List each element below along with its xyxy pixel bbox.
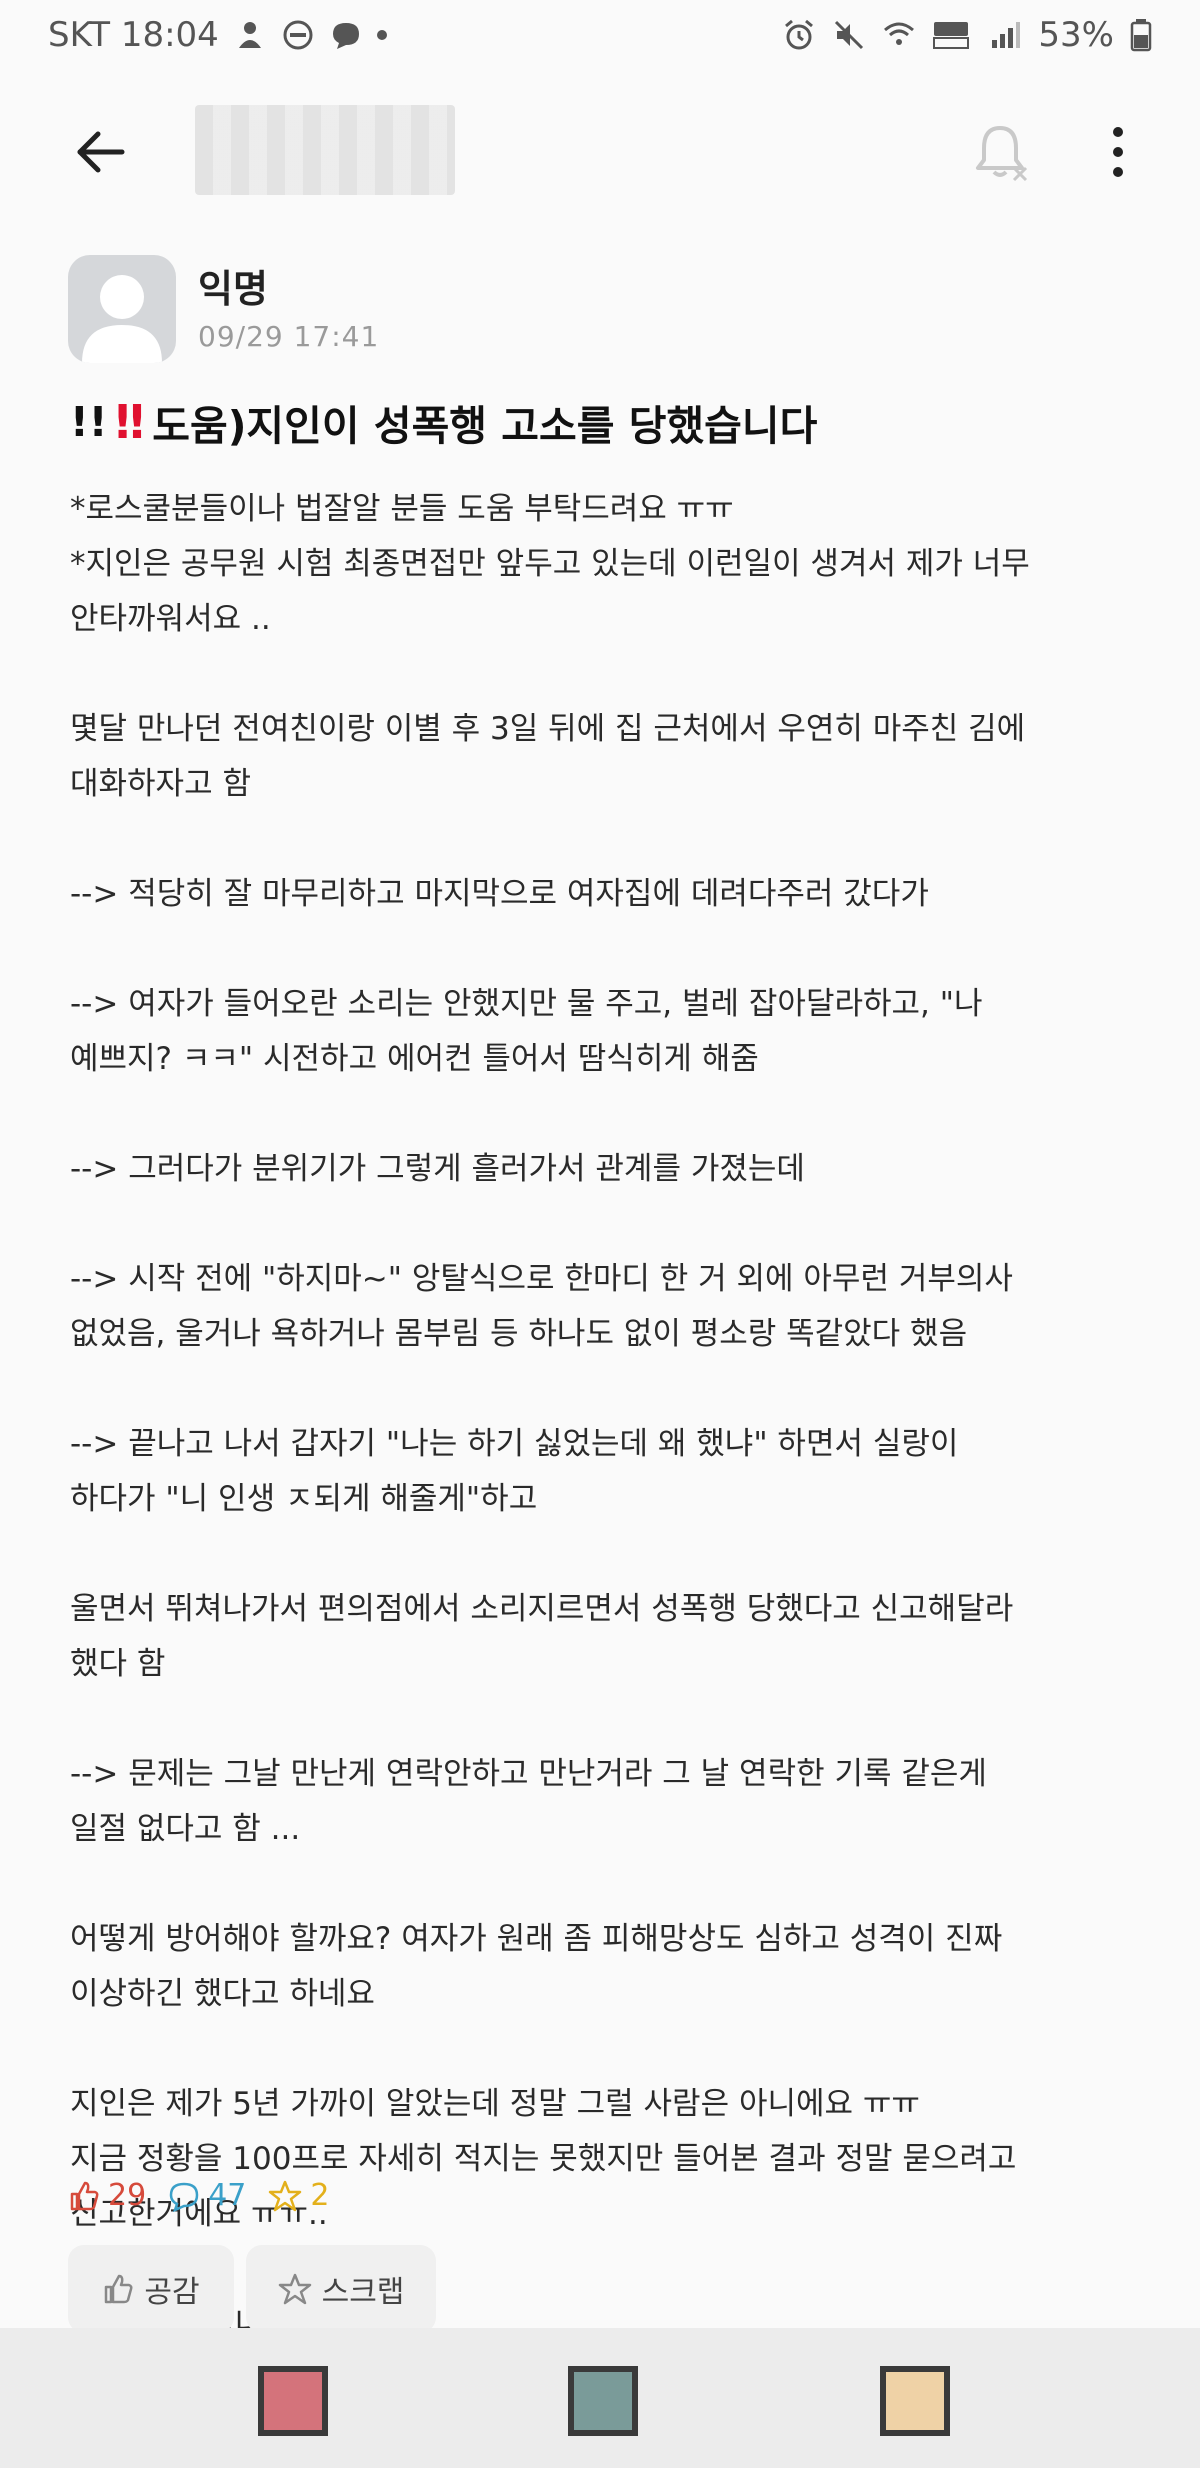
- title-exclamation: !!: [70, 398, 108, 446]
- body-line: 했다 함: [70, 1646, 166, 1682]
- body-line: 이상하긴 했다고 하네요: [70, 1976, 375, 2012]
- body-line: 예쁘지? ㅋㅋ" 시전하고 에어컨 틀어서 땀식히게 해줌: [70, 1041, 759, 1077]
- like-count: 29: [68, 2178, 146, 2213]
- do-not-disturb-icon: [283, 20, 313, 50]
- color-swatch-3: [880, 2366, 950, 2436]
- body-line: 몇달 만나던 전여친이랑 이별 후 3일 뒤에 집 근처에서 우연히 마주친 김…: [70, 711, 1026, 747]
- like-button[interactable]: 공감: [68, 2245, 234, 2333]
- body-line: 지인은 제가 5년 가까이 알았는데 정말 그럴 사람은 아니에요 ㅠㅠ: [70, 2086, 920, 2122]
- color-swatch-2: [568, 2366, 638, 2436]
- carrier-time: SKT 18:04: [48, 15, 219, 55]
- notification-off-bell-icon[interactable]: [968, 120, 1032, 184]
- post-body: *로스쿨분들이나 법잘알 분들 도움 부탁드려요 ㅠㅠ *지인은 공무원 시험 최…: [70, 482, 1130, 2352]
- title-red-exclamation: ‼: [115, 395, 145, 449]
- body-line: --> 적당히 잘 마무리하고 마지막으로 여자집에 데려다주러 갔다가: [70, 876, 929, 912]
- chat-bubble-icon: [332, 23, 359, 49]
- more-notifications-dot: [376, 30, 387, 40]
- thumbs-up-icon: [105, 2274, 133, 2304]
- color-swatch-1: [258, 2366, 328, 2436]
- body-line: 대화하자고 함: [70, 766, 251, 802]
- page: SKT 18:04 53% 익명 09/29 17:41 !! ‼ 도움)지인이…: [0, 0, 1200, 2468]
- author-name: 익명: [198, 267, 268, 311]
- body-line: --> 여자가 들어오란 소리는 안했지만 물 주고, 벌레 잡아달라하고, "…: [70, 986, 983, 1022]
- post-time: 09/29 17:41: [198, 320, 380, 353]
- board-name-blurred: [195, 105, 455, 195]
- back-arrow-icon[interactable]: [70, 122, 130, 182]
- post-title: !! ‼ 도움)지인이 성폭행 고소를 당했습니다: [70, 392, 817, 452]
- scrap-button[interactable]: 스크랩: [246, 2245, 436, 2333]
- body-line: 하다가 "니 인생 ㅈ되게 해줄게"하고: [70, 1481, 538, 1517]
- body-line: 어떻게 방어해야 할까요? 여자가 원래 좀 피해망상도 심하고 성격이 진짜: [70, 1921, 1003, 1957]
- wifi-icon: [884, 22, 915, 45]
- body-line: 일절 없다고 함 ...: [70, 1811, 301, 1847]
- scrap-count: 2: [268, 2178, 329, 2213]
- notification-icon: [238, 22, 261, 48]
- star-icon: [278, 2273, 311, 2305]
- body-line: --> 문제는 그날 만난게 연락안하고 만난거라 그 날 연락한 기록 같은게: [70, 1756, 987, 1792]
- default-user-icon: [82, 275, 162, 363]
- app-bar: [0, 90, 1200, 210]
- avatar: [68, 255, 176, 363]
- like-button-label: 공감: [144, 2275, 200, 2310]
- body-line: *로스쿨분들이나 법잘알 분들 도움 부탁드려요 ㅠㅠ: [70, 491, 734, 527]
- comment-count: 47: [168, 2178, 246, 2213]
- body-line: 울면서 뛰쳐나가서 편의점에서 소리지르면서 성폭행 당했다고 신고해달라: [70, 1591, 1014, 1627]
- body-line: --> 시작 전에 "하지마~" 앙탈식으로 한마디 한 거 외에 아무런 거부…: [70, 1261, 1013, 1297]
- body-line: --> 그러다가 분위기가 그렇게 흘러가서 관계를 가졌는데: [70, 1151, 805, 1187]
- body-line: *지인은 공무원 시험 최종면접만 앞두고 있는데 이런일이 생겨서 제가 너무: [70, 546, 1030, 582]
- hd-voice-icon: [933, 22, 970, 49]
- title-text: 도움)지인이 성폭행 고소를 당했습니다: [152, 402, 818, 450]
- star-icon: [269, 2180, 302, 2211]
- thumbs-up-icon: [70, 2181, 99, 2210]
- mute-icon: [835, 20, 864, 50]
- battery-icon: [1130, 19, 1152, 52]
- signal-icon: [992, 22, 1021, 48]
- bottom-bar: [0, 2328, 1200, 2468]
- alarm-icon: [785, 19, 814, 50]
- more-options-icon[interactable]: [1100, 120, 1136, 184]
- post-counts: 29 47 2: [68, 2178, 329, 2213]
- body-line: 없었음, 울거나 욕하거나 몸부림 등 하나도 없이 평소랑 똑같았다 했음: [70, 1316, 968, 1352]
- comment-bubble-icon: [169, 2182, 199, 2212]
- battery-percent: 53%: [1038, 15, 1114, 55]
- body-line: --> 끝나고 나서 갑자기 "나는 하기 싫었는데 왜 했냐" 하면서 실랑이: [70, 1426, 959, 1462]
- scrap-button-label: 스크랩: [321, 2275, 405, 2310]
- status-bar: SKT 18:04 53%: [0, 0, 1200, 70]
- body-line: 안타까워서요 ..: [70, 601, 271, 637]
